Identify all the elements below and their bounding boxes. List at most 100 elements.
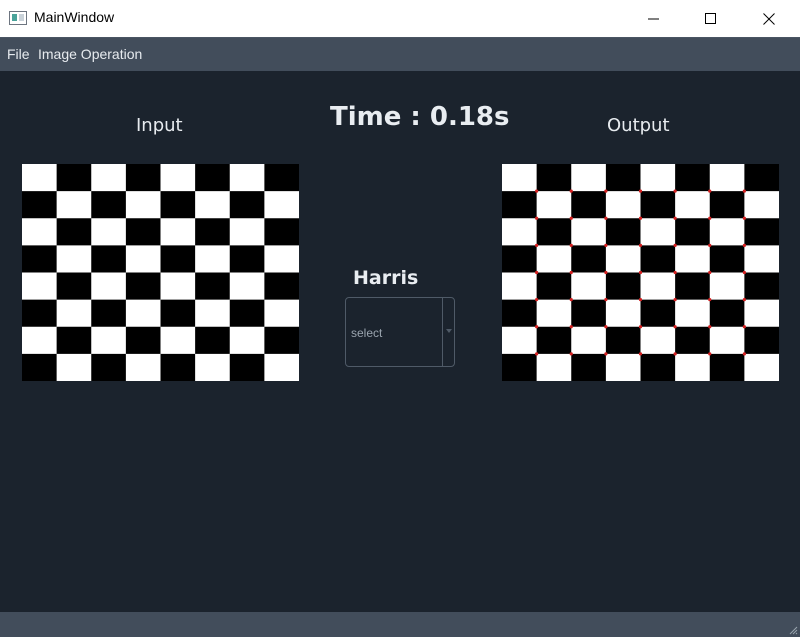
- output-label: Output: [607, 115, 670, 136]
- corner-marker: [604, 352, 608, 356]
- corner-marker: [604, 325, 608, 329]
- board-square: [91, 299, 127, 328]
- board-square: [125, 245, 162, 274]
- corner-marker: [708, 270, 712, 275]
- corner-marker: [708, 216, 712, 220]
- board-square: [502, 353, 538, 381]
- corner-marker: [742, 216, 746, 220]
- corner-marker: [569, 325, 573, 329]
- corner-marker: [742, 189, 746, 193]
- board-square: [571, 245, 607, 274]
- corner-marker: [742, 243, 746, 247]
- board-square: [264, 191, 299, 219]
- title-bar: MainWindow: [0, 0, 800, 38]
- corner-marker: [604, 216, 608, 220]
- board-square: [605, 164, 642, 192]
- board-square: [536, 218, 572, 246]
- chevron-down-icon[interactable]: [446, 329, 452, 333]
- board-square: [22, 326, 58, 355]
- corner-marker: [604, 270, 608, 275]
- board-square: [195, 218, 231, 246]
- corner-marker: [673, 270, 677, 275]
- board-square: [571, 353, 607, 381]
- corner-marker: [535, 325, 539, 329]
- board-square: [125, 299, 162, 328]
- corner-marker: [708, 243, 712, 247]
- corner-marker: [535, 216, 539, 220]
- board-square: [571, 218, 607, 246]
- board-square: [744, 164, 779, 192]
- board-square: [160, 299, 196, 328]
- board-square: [605, 245, 642, 274]
- board-square: [605, 191, 642, 219]
- board-square: [56, 245, 92, 274]
- board-square: [91, 164, 127, 192]
- board-square: [160, 272, 196, 301]
- board-square: [536, 299, 572, 328]
- minimize-icon: [648, 18, 659, 19]
- board-square: [744, 245, 779, 274]
- board-square: [229, 245, 265, 274]
- board-square: [91, 326, 127, 355]
- corner-marker: [535, 189, 539, 193]
- minimize-button[interactable]: [626, 0, 682, 37]
- board-square: [229, 326, 265, 355]
- board-square: [536, 191, 572, 219]
- combo-divider: [442, 298, 443, 366]
- board-square: [536, 164, 572, 192]
- corner-marker: [604, 189, 608, 193]
- board-square: [160, 218, 196, 246]
- board-square: [709, 272, 745, 301]
- board-square: [571, 272, 607, 301]
- board-square: [640, 245, 676, 274]
- corner-marker: [708, 325, 712, 329]
- board-square: [22, 164, 58, 192]
- menu-file[interactable]: File: [7, 46, 30, 62]
- board-square: [229, 218, 265, 246]
- harris-select-combobox[interactable]: select: [345, 297, 455, 367]
- board-square: [709, 299, 745, 328]
- board-square: [605, 299, 642, 328]
- board-square: [605, 353, 642, 381]
- corner-marker: [638, 298, 643, 302]
- board-square: [160, 326, 196, 355]
- corner-marker: [708, 352, 712, 356]
- board-square: [264, 164, 299, 192]
- board-square: [640, 353, 676, 381]
- board-square: [675, 326, 711, 355]
- board-square: [195, 164, 231, 192]
- board-square: [502, 191, 538, 219]
- corner-marker: [708, 189, 712, 193]
- corner-marker: [569, 189, 573, 193]
- output-checkerboard: [502, 164, 779, 381]
- board-square: [536, 326, 572, 355]
- maximize-button[interactable]: [683, 0, 739, 37]
- time-label: Time : 0.18s: [330, 102, 510, 132]
- board-square: [264, 299, 299, 328]
- board-square: [195, 191, 231, 219]
- board-square: [675, 272, 711, 301]
- board-square: [56, 299, 92, 328]
- board-square: [91, 191, 127, 219]
- corner-marker: [673, 298, 677, 302]
- input-checkerboard: [22, 164, 299, 381]
- board-square: [22, 245, 58, 274]
- input-image: [22, 164, 299, 381]
- board-square: [22, 272, 58, 301]
- board-square: [744, 191, 779, 219]
- corner-marker: [535, 298, 539, 302]
- board-square: [22, 191, 58, 219]
- corner-marker: [569, 298, 573, 302]
- board-square: [744, 299, 779, 328]
- menu-image-operation[interactable]: Image Operation: [38, 46, 142, 62]
- close-button[interactable]: [741, 0, 797, 37]
- window-title: MainWindow: [34, 9, 115, 25]
- board-square: [91, 245, 127, 274]
- board-square: [22, 299, 58, 328]
- corner-marker: [535, 270, 539, 275]
- input-label: Input: [136, 115, 183, 136]
- resize-grip-icon[interactable]: [788, 625, 798, 635]
- board-square: [675, 353, 711, 381]
- board-square: [264, 353, 299, 381]
- board-square: [264, 245, 299, 274]
